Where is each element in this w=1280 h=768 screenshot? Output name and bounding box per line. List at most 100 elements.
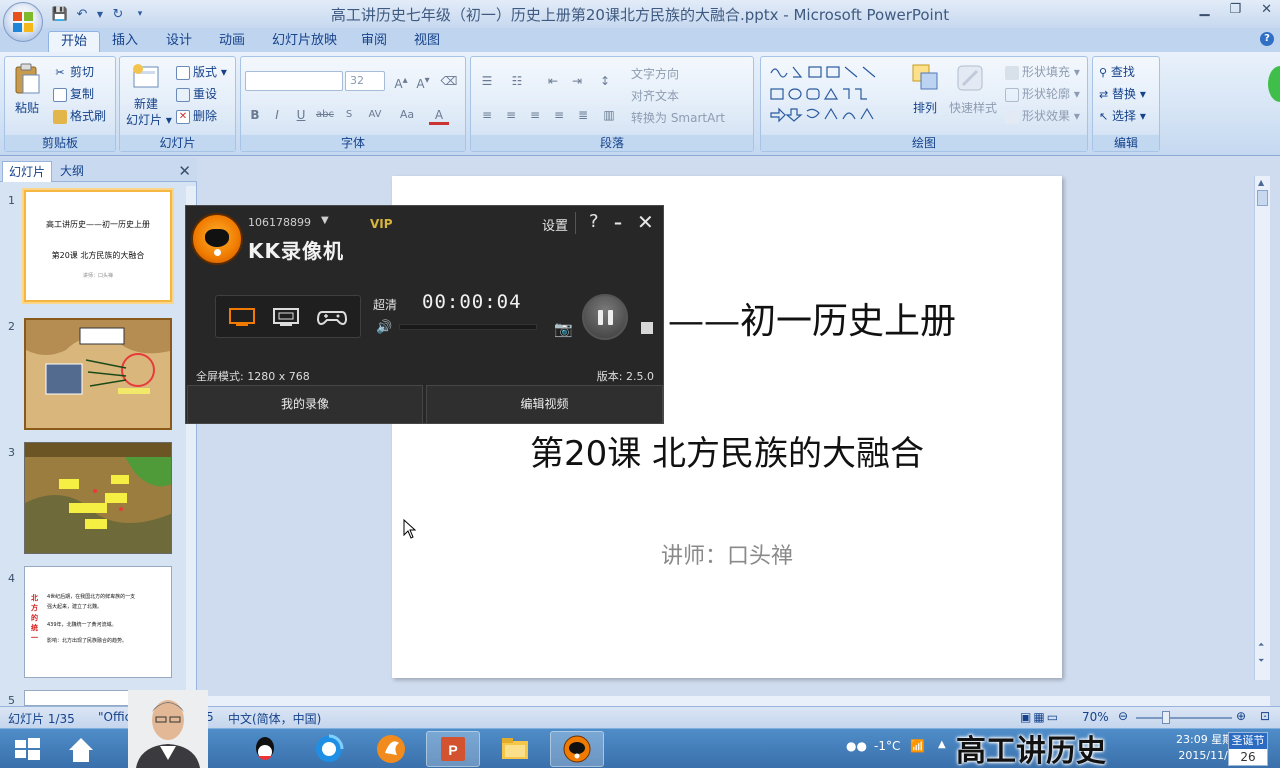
tab-slides[interactable]: 幻灯片: [2, 161, 53, 182]
font-color-icon[interactable]: A: [429, 105, 449, 125]
thunder-icon[interactable]: [364, 731, 418, 767]
align-right-icon[interactable]: ≡: [525, 105, 545, 125]
justify-icon[interactable]: ≡: [549, 105, 569, 125]
decrease-indent-icon[interactable]: ⇤: [543, 71, 563, 91]
slide-thumbnail-4[interactable]: 北方的统一 4世纪后期，在我国北方的鲜卑族的一支 强大起来，建立了北魏。 439…: [24, 566, 172, 678]
tab-animation[interactable]: 动画: [207, 31, 257, 52]
view-buttons[interactable]: ▣▦▭: [1020, 710, 1060, 724]
line-spacing-icon[interactable]: ↕: [595, 71, 615, 91]
replace-button[interactable]: ⇄ 替换 ▾: [1099, 85, 1146, 102]
new-slide-label-2[interactable]: 幻灯片 ▾: [126, 111, 172, 128]
new-slide-label[interactable]: 新建: [134, 95, 158, 112]
calendar-widget[interactable]: 圣诞节 26: [1228, 732, 1268, 766]
change-case-icon[interactable]: Aa: [397, 105, 417, 125]
start-button[interactable]: [0, 731, 54, 767]
shape-effects-button[interactable]: 形状效果 ▾: [1005, 107, 1080, 124]
shape-outline-button[interactable]: 形状轮廓 ▾: [1005, 85, 1080, 102]
bullets-icon[interactable]: ☰: [477, 71, 497, 91]
slide-title[interactable]: ——初一历史上册: [668, 292, 956, 344]
stop-icon[interactable]: [641, 322, 653, 334]
kk-close-icon[interactable]: ✕: [637, 210, 654, 234]
select-button[interactable]: ↖ 选择 ▾: [1099, 107, 1146, 124]
clear-format-icon[interactable]: ⌫: [439, 71, 459, 91]
convert-smartart-button[interactable]: 转换为 SmartArt: [631, 109, 725, 126]
underline-icon[interactable]: U: [291, 105, 311, 125]
pause-button[interactable]: [582, 294, 628, 340]
strikethrough-icon[interactable]: abc: [315, 105, 335, 125]
kk-account[interactable]: 106178899: [248, 216, 311, 229]
tab-design[interactable]: 设计: [154, 31, 204, 52]
slide-thumbnail-1[interactable]: 高工讲历史——初一历史上册 第20课 北方民族的大融合 讲师：口头禅: [24, 190, 172, 302]
file-explorer-icon[interactable]: [488, 731, 542, 767]
align-left-icon[interactable]: ≡: [477, 105, 497, 125]
align-text-button[interactable]: 对齐文本: [631, 87, 679, 104]
columns-icon[interactable]: ▥: [599, 105, 619, 125]
region-mode-icon[interactable]: [272, 306, 300, 328]
tab-view[interactable]: 视图: [402, 31, 452, 52]
slide-horizontal-scrollbar[interactable]: [198, 696, 1270, 706]
account-dropdown-icon[interactable]: ▼: [321, 215, 329, 226]
copy-button[interactable]: 复制: [53, 85, 94, 102]
restore-icon[interactable]: ❐: [1229, 2, 1241, 17]
font-size-combo[interactable]: 32: [345, 71, 385, 91]
weather-icon[interactable]: ●●: [846, 739, 867, 753]
slide-subtitle[interactable]: 第20课 北方民族的大融合: [392, 426, 1062, 475]
kk-recorder-taskbar-icon[interactable]: [550, 731, 604, 767]
new-slide-icon[interactable]: [132, 63, 160, 94]
tab-slideshow[interactable]: 幻灯片放映: [260, 31, 349, 52]
reset-button[interactable]: 重设: [176, 85, 217, 102]
minimize-icon[interactable]: ▁: [1199, 2, 1209, 17]
zoom-out-icon[interactable]: ⊖: [1118, 709, 1128, 723]
shapes-gallery[interactable]: [767, 63, 893, 123]
slide-lecturer[interactable]: 讲师：口头禅: [392, 538, 1062, 570]
distribute-icon[interactable]: ≣: [573, 105, 593, 125]
format-painter-button[interactable]: 格式刷: [53, 107, 106, 124]
find-button[interactable]: ⚲ 查找: [1099, 63, 1135, 80]
kk-help-icon[interactable]: ?: [589, 211, 599, 232]
prev-slide-icon[interactable]: ⏶: [1258, 640, 1264, 650]
volume-bar[interactable]: [399, 324, 537, 330]
slide-thumbnail-3[interactable]: [24, 442, 172, 554]
shadow-icon[interactable]: S: [339, 105, 359, 125]
browser-icon[interactable]: [302, 731, 356, 767]
tab-home[interactable]: 开始: [48, 31, 101, 52]
zoom-in-icon[interactable]: ⊕: [1236, 709, 1246, 723]
tray-expand-icon[interactable]: ▲: [938, 739, 946, 750]
tab-outline[interactable]: 大纲: [54, 161, 90, 182]
kk-minimize-icon[interactable]: –: [614, 213, 622, 232]
char-spacing-icon[interactable]: AV: [365, 105, 385, 125]
zoom-level[interactable]: 70%: [1082, 710, 1109, 724]
italic-icon[interactable]: I: [267, 105, 287, 125]
paste-icon[interactable]: [13, 63, 43, 95]
fullscreen-mode-icon[interactable]: [228, 306, 256, 328]
powerpoint-taskbar-icon[interactable]: P: [426, 731, 480, 767]
layout-button[interactable]: 版式 ▾: [176, 63, 227, 80]
cut-button[interactable]: ✂ 剪切: [53, 63, 94, 80]
delete-button[interactable]: ✕ 删除: [176, 107, 217, 124]
slide-vertical-scrollbar[interactable]: ▲ ⏶ ⏷: [1254, 176, 1270, 680]
home-icon[interactable]: [54, 731, 108, 767]
network-icon[interactable]: 📶: [910, 739, 925, 753]
align-center-icon[interactable]: ≡: [501, 105, 521, 125]
screenshot-camera-icon[interactable]: 📷: [554, 320, 573, 338]
next-slide-icon[interactable]: ⏷: [1258, 656, 1264, 666]
kk-settings-button[interactable]: 设置: [542, 215, 568, 234]
close-panel-icon[interactable]: ✕: [178, 162, 191, 180]
scroll-up-icon[interactable]: ▲: [1258, 178, 1264, 187]
numbering-icon[interactable]: ☷: [507, 71, 527, 91]
scroll-thumb[interactable]: [1257, 190, 1268, 206]
quality-selector[interactable]: 超清: [373, 296, 397, 313]
slide-thumbnail-2[interactable]: [24, 318, 172, 430]
quick-styles-button[interactable]: 快速样式: [949, 99, 997, 116]
language-indicator[interactable]: 中文(简体，中国): [228, 710, 321, 727]
close-icon[interactable]: ✕: [1261, 2, 1272, 17]
arrange-icon[interactable]: [911, 63, 941, 96]
zoom-slider-thumb[interactable]: [1162, 711, 1170, 724]
fit-window-icon[interactable]: ⊡: [1260, 709, 1270, 723]
tab-review[interactable]: 审阅: [349, 31, 399, 52]
help-icon[interactable]: ?: [1260, 32, 1274, 46]
qq-icon[interactable]: [238, 731, 292, 767]
game-mode-icon[interactable]: [316, 306, 348, 328]
grow-font-icon[interactable]: A▴: [391, 71, 411, 91]
arrange-button[interactable]: 排列: [913, 99, 937, 116]
